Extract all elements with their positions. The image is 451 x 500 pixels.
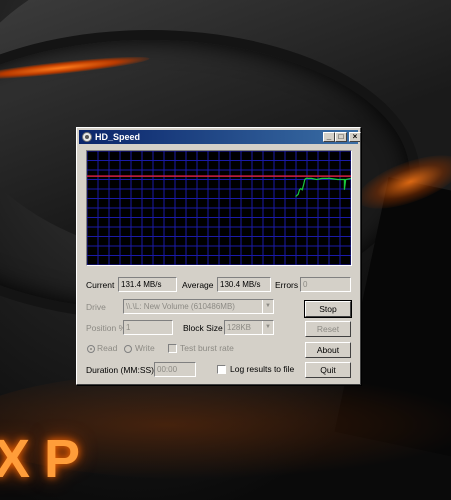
maximize-button[interactable]: □ — [335, 132, 347, 142]
duration-field[interactable]: 00:00 — [154, 362, 196, 377]
dropdown-arrow-icon[interactable]: ▼ — [262, 300, 273, 313]
block-size-value: 128KB — [227, 323, 252, 332]
read-radio[interactable] — [87, 345, 95, 353]
errors-field: 0 — [300, 277, 351, 292]
block-size-label: Block Size — [183, 323, 223, 333]
speed-graph — [86, 150, 352, 266]
log-results-label: Log results to file — [230, 364, 295, 374]
minimize-button[interactable]: _ — [323, 132, 335, 142]
about-button[interactable]: About — [305, 342, 351, 358]
block-size-select[interactable]: 128KB ▼ — [224, 320, 274, 335]
speed-graph-canvas — [86, 150, 352, 266]
drive-select[interactable]: \\.\L: New Volume (610486MB) ▼ — [123, 299, 274, 314]
log-results-checkbox[interactable] — [217, 365, 226, 374]
average-speed-field: 130.4 MB/s — [217, 277, 271, 292]
stop-button[interactable]: Stop — [304, 300, 352, 318]
read-label: Read — [97, 343, 118, 353]
drive-label: Drive — [86, 302, 106, 312]
errors-label: Errors — [275, 280, 299, 290]
quit-button[interactable]: Quit — [305, 362, 351, 378]
burst-rate-label: Test burst rate — [180, 343, 234, 353]
hd-speed-window: HD_Speed _ □ × Current 131.4 MB/s Averag… — [76, 127, 361, 385]
write-label: Write — [135, 343, 155, 353]
dropdown-arrow-icon[interactable]: ▼ — [262, 321, 273, 334]
position-label: Position % — [86, 323, 127, 333]
position-field[interactable]: 1 — [123, 320, 173, 335]
xp-logo: XP — [0, 429, 95, 489]
write-radio[interactable] — [124, 345, 132, 353]
current-label: Current — [86, 280, 115, 290]
disk-app-icon[interactable] — [82, 132, 92, 142]
window-title: HD_Speed — [95, 132, 141, 142]
burst-rate-checkbox[interactable] — [168, 344, 177, 353]
average-label: Average — [182, 280, 214, 290]
reset-button[interactable]: Reset — [305, 321, 351, 337]
title-bar[interactable]: HD_Speed _ □ × — [79, 130, 361, 144]
current-speed-field: 131.4 MB/s — [118, 277, 177, 292]
drive-select-value: \\.\L: New Volume (610486MB) — [126, 302, 235, 311]
duration-label: Duration (MM:SS) — [86, 365, 155, 375]
close-button[interactable]: × — [349, 132, 361, 142]
